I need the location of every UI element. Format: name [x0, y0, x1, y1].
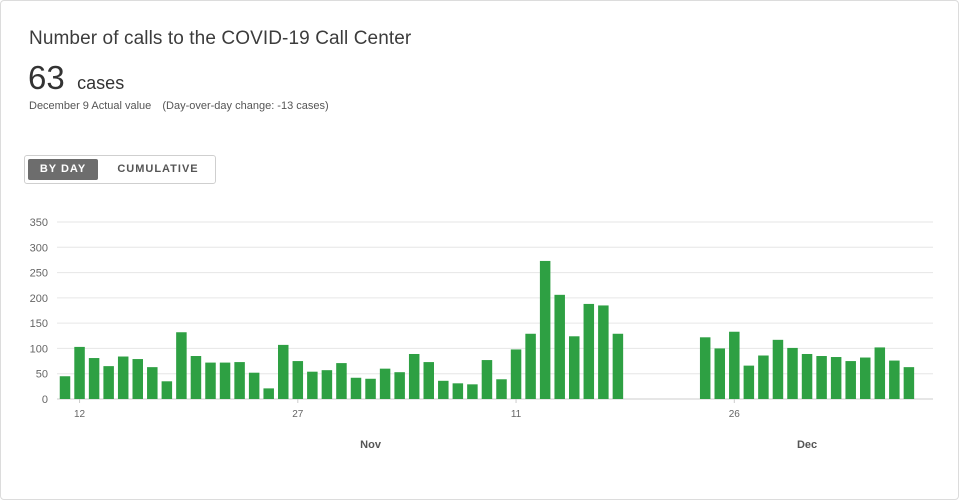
- x-month-label: Dec: [797, 439, 817, 451]
- bar: [161, 381, 173, 399]
- bar: [205, 362, 216, 399]
- bar: [263, 388, 274, 399]
- bar: [103, 366, 114, 399]
- bar: [539, 260, 551, 399]
- bar: [772, 339, 784, 399]
- bar: [889, 360, 900, 399]
- y-tick-label: 150: [30, 318, 48, 330]
- current-value: 63 cases: [28, 59, 124, 97]
- bar: [699, 337, 711, 399]
- bar: [598, 305, 609, 399]
- bar: [408, 353, 420, 399]
- value-number: 63: [28, 59, 65, 96]
- bar: [292, 361, 304, 399]
- bar: [438, 380, 449, 399]
- bar: [74, 346, 85, 399]
- bar: [874, 347, 886, 399]
- bar: [336, 363, 347, 399]
- chart-title: Number of calls to the COVID-19 Call Cen…: [29, 28, 412, 49]
- y-tick-label: 200: [30, 293, 48, 305]
- bar: [845, 361, 856, 399]
- bar: [525, 333, 536, 399]
- bar: [219, 362, 231, 399]
- bar: [176, 332, 187, 399]
- bar: [729, 331, 740, 399]
- bar: [612, 333, 624, 399]
- bar: [496, 379, 507, 399]
- view-toggle: BY DAY CUMULATIVE: [24, 155, 216, 184]
- bar: [860, 357, 871, 399]
- bar: [190, 356, 202, 399]
- y-tick-label: 0: [42, 394, 48, 406]
- bar: [801, 353, 813, 399]
- bar: [452, 383, 464, 399]
- x-tick-label: 12: [74, 409, 86, 420]
- x-tick-label: 26: [729, 409, 741, 420]
- bar: [88, 358, 100, 399]
- bar: [307, 371, 318, 399]
- cumulative-button[interactable]: CUMULATIVE: [103, 159, 213, 180]
- bar: [248, 372, 260, 399]
- y-tick-label: 300: [30, 242, 48, 254]
- date-label: December 9 Actual value: [29, 100, 152, 112]
- by-day-button[interactable]: BY DAY: [28, 159, 98, 180]
- bar: [59, 376, 71, 399]
- bar: [234, 362, 245, 399]
- bar: [117, 356, 129, 399]
- bar: [394, 372, 405, 399]
- x-tick-label: 11: [511, 409, 522, 420]
- y-tick-label: 250: [30, 268, 48, 280]
- bar: [714, 348, 725, 399]
- bar: [830, 357, 842, 399]
- value-caption: December 9 Actual value (Day-over-day ch…: [29, 100, 329, 112]
- bar: [554, 294, 565, 399]
- bar: [743, 365, 755, 399]
- change-label: (Day-over-day change: -13 cases): [162, 100, 329, 112]
- x-month-label: Nov: [360, 439, 382, 451]
- bar: [321, 370, 333, 399]
- bar: [569, 336, 580, 399]
- x-tick-label: 27: [292, 409, 304, 420]
- bar: [423, 362, 434, 399]
- bar: [350, 377, 362, 399]
- bar: [510, 349, 522, 399]
- bar: [278, 344, 289, 399]
- bar: [467, 384, 478, 399]
- y-tick-label: 50: [36, 369, 48, 381]
- bar: [816, 356, 827, 399]
- bar: [147, 367, 158, 399]
- bar: [379, 368, 391, 399]
- y-tick-label: 350: [30, 217, 48, 229]
- bar: [481, 360, 493, 399]
- bar: [787, 347, 798, 399]
- y-tick-label: 100: [30, 343, 48, 355]
- value-unit: cases: [77, 73, 125, 93]
- bar: [903, 367, 915, 399]
- bar-chart: 0 50 100 150 200 250 300 350 12 27 11 26 Nov Dec: [30, 217, 933, 451]
- bar: [583, 303, 595, 399]
- bar: [365, 378, 376, 399]
- bar: [132, 359, 143, 399]
- bar: [758, 355, 769, 399]
